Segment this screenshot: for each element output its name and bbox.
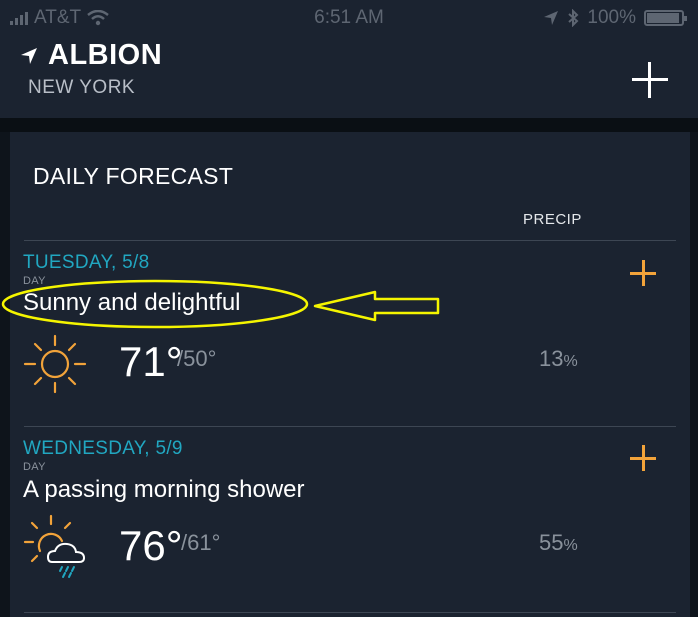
annotation-overlay	[1, 279, 440, 329]
highlight-ellipse	[1, 279, 309, 329]
annotation-arrow	[313, 290, 440, 322]
